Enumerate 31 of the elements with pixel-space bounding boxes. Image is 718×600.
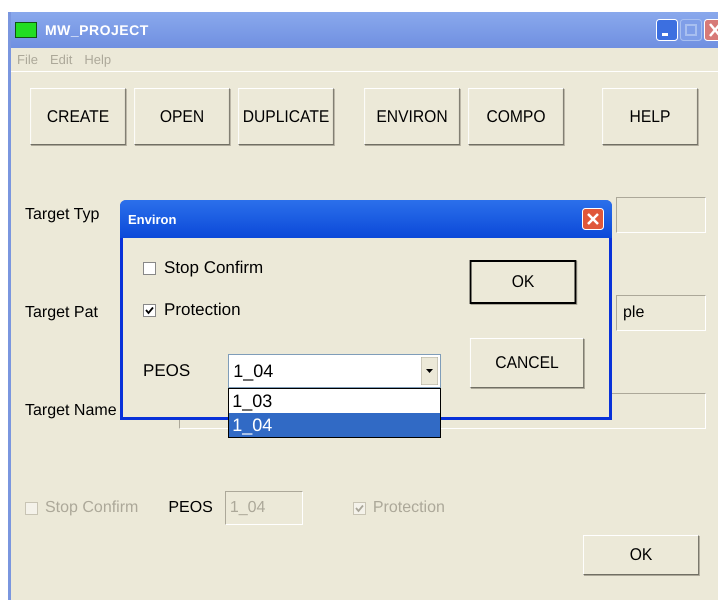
dialog-title: Environ <box>128 212 178 226</box>
dropdown-option[interactable]: 1_03 <box>229 389 440 413</box>
app-icon <box>15 22 37 38</box>
toolbar-button[interactable]: DUPLICATE <box>238 88 334 145</box>
toolbar-button[interactable]: OPEN <box>134 88 230 145</box>
checkbox-label: Stop Confirm <box>164 258 264 278</box>
field-label: Target Name <box>25 402 117 420</box>
window-title: MW_PROJECT <box>45 22 150 38</box>
checkbox-label: Stop Confirm <box>45 499 138 517</box>
dropdown-option[interactable]: 1_04 <box>229 413 440 437</box>
dropdown-arrow-icon[interactable] <box>421 357 438 385</box>
peos-label: PEOS <box>168 499 213 517</box>
checkbox-label: Protection <box>372 499 445 517</box>
checkbox-label: Protection <box>164 300 241 320</box>
minimize-button[interactable] <box>656 19 678 41</box>
toolbar-button[interactable]: COMPO <box>468 88 564 145</box>
dialog-button[interactable]: CANCEL <box>470 338 584 388</box>
field-label: Target Pat <box>25 304 98 322</box>
ok-button[interactable]: OK <box>583 535 699 575</box>
dialog-button[interactable]: OK <box>470 260 576 304</box>
checkbox[interactable] <box>143 262 156 274</box>
toolbar-button[interactable]: HELP <box>602 88 698 145</box>
field-label: Target Typ <box>25 206 100 224</box>
checkbox[interactable] <box>143 304 156 316</box>
peos-label: PEOS <box>143 361 190 381</box>
close-button[interactable] <box>582 208 604 230</box>
text-field[interactable] <box>616 197 706 233</box>
toolbar-button[interactable]: ENVIRON <box>364 88 460 145</box>
toolbar-button[interactable]: CREATE <box>30 88 126 145</box>
text-field[interactable]: ple <box>616 295 706 331</box>
close-button[interactable] <box>704 19 718 41</box>
